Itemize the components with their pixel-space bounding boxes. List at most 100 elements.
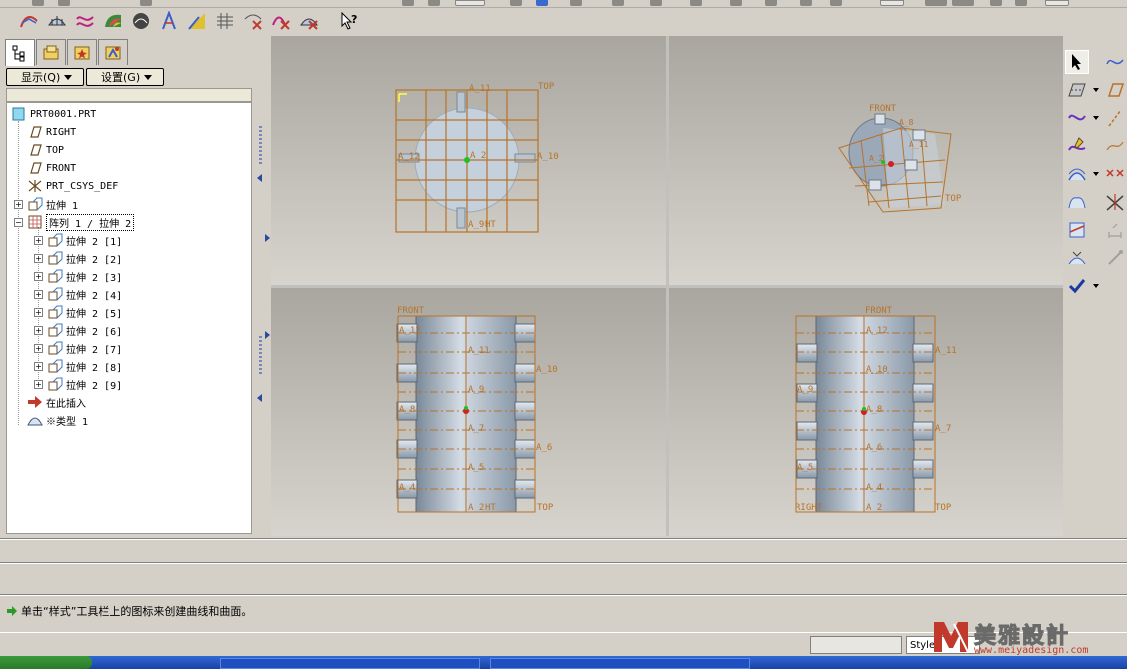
- tree-item-insert-here[interactable]: 在此插入: [27, 393, 86, 411]
- tab-history[interactable]: [98, 39, 128, 65]
- surface-analysis-icon[interactable]: [130, 10, 152, 32]
- expand-toggle[interactable]: +: [34, 254, 43, 263]
- tree-item-type-1[interactable]: ※类型 1: [27, 411, 88, 429]
- splitter-grip[interactable]: [259, 336, 262, 376]
- tree-item-pattern-child[interactable]: 拉伸 2 [7]: [47, 339, 122, 357]
- toolbar-button-stub[interactable]: [990, 0, 1002, 6]
- tree-item-pattern-child[interactable]: 拉伸 2 [2]: [47, 249, 122, 267]
- splitter-grip[interactable]: [259, 126, 262, 166]
- tree-item-root[interactable]: PRT0001.PRT: [11, 105, 96, 123]
- toolbar-button-stub[interactable]: [690, 0, 702, 6]
- show-menu-button[interactable]: 显示(Q): [6, 68, 84, 86]
- graphics-window[interactable]: TOP A_11 A_12 A_2 A_10 A_9 HT FRONT A_8 …: [271, 36, 1063, 536]
- curve-edit-pen-icon[interactable]: [1065, 134, 1089, 158]
- tree-item-pattern-child[interactable]: 拉伸 2 [9]: [47, 375, 122, 393]
- tree-item-top[interactable]: TOP: [27, 141, 64, 159]
- toolbar-button-stub[interactable]: [402, 0, 414, 6]
- plane-icon[interactable]: [1103, 78, 1127, 102]
- expand-toggle[interactable]: +: [34, 380, 43, 389]
- split-curve-icon[interactable]: [1103, 190, 1127, 214]
- intersect-curves-icon[interactable]: [1103, 162, 1127, 186]
- toolbar-button-stub[interactable]: [32, 0, 44, 6]
- toolbar-button-stub[interactable]: [952, 0, 974, 6]
- expand-toggle[interactable]: +: [34, 290, 43, 299]
- view-top[interactable]: TOP A_11 A_12 A_2 A_10 A_9 HT: [271, 36, 666, 285]
- chevron-down-icon[interactable]: [1093, 172, 1099, 176]
- chevron-down-icon[interactable]: [1093, 88, 1099, 92]
- toolbar-button-stub[interactable]: [510, 0, 522, 6]
- chevron-down-icon[interactable]: [1093, 116, 1099, 120]
- curve-edit-icon[interactable]: [158, 10, 180, 32]
- delete-curves-icon[interactable]: [242, 10, 264, 32]
- toolbar-button-stub[interactable]: [58, 0, 70, 6]
- toolbar-button-stub[interactable]: [730, 0, 742, 6]
- surface-trim-icon[interactable]: [186, 10, 208, 32]
- expand-toggle[interactable]: +: [34, 344, 43, 353]
- toolbar-button-stub[interactable]: [800, 0, 812, 6]
- tree-item-extrude-1[interactable]: 拉伸 1: [27, 195, 78, 213]
- toolbar-field-stub[interactable]: [880, 0, 904, 6]
- expand-toggle[interactable]: +: [34, 272, 43, 281]
- freeform-curve-icon[interactable]: [1103, 134, 1127, 158]
- toolbar-button-stub[interactable]: [765, 0, 777, 6]
- boundary-surface-icon[interactable]: [1065, 162, 1089, 186]
- tree-item-pattern-child[interactable]: 拉伸 2 [1]: [47, 231, 122, 249]
- sketch-curve-icon[interactable]: [74, 10, 96, 32]
- curve-on-surface-icon[interactable]: [1065, 106, 1089, 130]
- context-help-icon[interactable]: ?: [338, 10, 360, 32]
- curve-from-surface-icon[interactable]: [18, 10, 40, 32]
- toolbar-field-stub[interactable]: [455, 0, 485, 6]
- active-plane-icon[interactable]: [1065, 78, 1089, 102]
- view-side[interactable]: FRONT A_12 A_11 A_10 A_9 A_8 A_7 A_6 A_5…: [669, 288, 1063, 536]
- tree-item-pattern-child[interactable]: 拉伸 2 [4]: [47, 285, 122, 303]
- view-isometric[interactable]: FRONT A_8 A_11 A_2 TOP: [669, 36, 1063, 285]
- taskbar-window[interactable]: [490, 658, 750, 669]
- tree-item-pattern-child[interactable]: 拉伸 2 [8]: [47, 357, 122, 375]
- toolbar-button-stub[interactable]: [428, 0, 440, 6]
- toolbar-button-stub[interactable]: [536, 0, 548, 6]
- surface-from-boundary-icon[interactable]: [46, 10, 68, 32]
- toolbar-button-stub[interactable]: [830, 0, 842, 6]
- tree-item-right[interactable]: RIGHT: [27, 123, 76, 141]
- tree-item-pattern-child[interactable]: 拉伸 2 [6]: [47, 321, 122, 339]
- delete-surface-icon[interactable]: [298, 10, 320, 32]
- delete-surface-curve-icon[interactable]: [270, 10, 292, 32]
- view-front[interactable]: FRONT A_12 A_11 A_10 A_9 A_8 A_7 A_6 A_5…: [271, 288, 666, 536]
- tab-favorites[interactable]: [67, 39, 97, 65]
- tree-column-header[interactable]: [6, 88, 252, 102]
- surface-edit-icon[interactable]: [1065, 246, 1089, 270]
- collapse-left-arrow-icon[interactable]: [257, 174, 262, 182]
- chevron-down-icon[interactable]: [1093, 284, 1099, 288]
- expand-right-arrow-icon[interactable]: [265, 234, 270, 242]
- panel-splitter[interactable]: [256, 36, 270, 536]
- tree-item-pattern-child[interactable]: 拉伸 2 [3]: [47, 267, 122, 285]
- toolbar-button-stub[interactable]: [612, 0, 624, 6]
- tree-item-csys[interactable]: PRT_CSYS_DEF: [27, 177, 118, 195]
- connect-surface-icon[interactable]: [1065, 190, 1089, 214]
- select-pointer-icon[interactable]: [1065, 50, 1089, 74]
- expand-toggle[interactable]: +: [34, 236, 43, 245]
- toolbar-button-stub[interactable]: [570, 0, 582, 6]
- line-icon[interactable]: [1103, 106, 1127, 130]
- trim-surface-icon[interactable]: [1065, 218, 1089, 242]
- expand-toggle[interactable]: +: [34, 326, 43, 335]
- curve-network-icon[interactable]: [214, 10, 236, 32]
- toolbar-button-stub[interactable]: [925, 0, 947, 6]
- settings-menu-button[interactable]: 设置(G): [86, 68, 164, 86]
- tab-model-tree[interactable]: [5, 39, 35, 66]
- expand-right-arrow-icon[interactable]: [265, 331, 270, 339]
- expand-toggle[interactable]: +: [34, 362, 43, 371]
- tab-folder-browser[interactable]: [36, 39, 66, 65]
- taskbar-window[interactable]: [220, 658, 480, 669]
- toolbar-button-stub[interactable]: [140, 0, 152, 6]
- shaded-surface-icon[interactable]: [102, 10, 124, 32]
- collapse-left-arrow-icon[interactable]: [257, 394, 262, 402]
- tree-item-front[interactable]: FRONT: [27, 159, 76, 177]
- tree-item-pattern-child[interactable]: 拉伸 2 [5]: [47, 303, 122, 321]
- curve-icon[interactable]: [1103, 50, 1127, 74]
- confirm-check-icon[interactable]: [1065, 274, 1089, 298]
- toolbar-field-stub[interactable]: [1045, 0, 1069, 6]
- toolbar-button-stub[interactable]: [650, 0, 662, 6]
- expand-toggle[interactable]: +: [14, 200, 23, 209]
- start-button[interactable]: [0, 656, 92, 669]
